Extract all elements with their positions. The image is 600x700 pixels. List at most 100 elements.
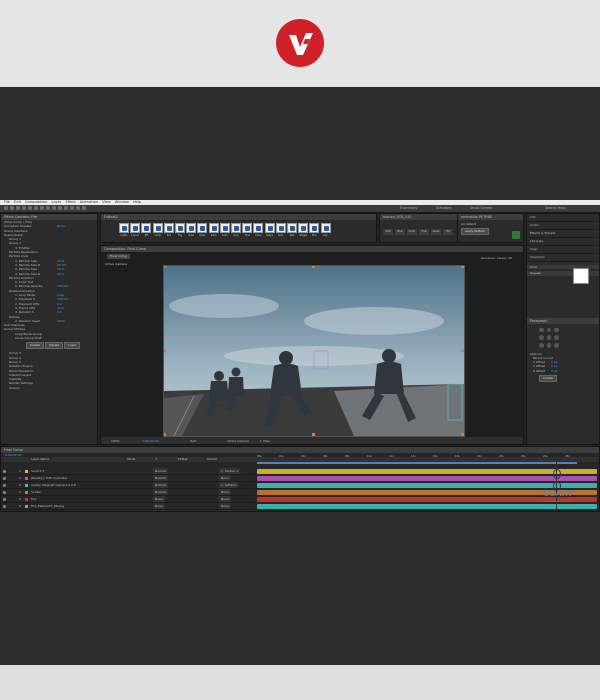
offset-value[interactable]: 0 px (551, 364, 558, 368)
resolution-dropdown[interactable]: Half (190, 439, 196, 443)
zoom-dropdown[interactable]: 100% (111, 439, 120, 443)
views-dropdown[interactable]: 1 View (260, 439, 270, 443)
layer-mode-dropdown[interactable]: Normal (153, 468, 168, 474)
offset-value[interactable]: 0 px (551, 369, 558, 373)
viewport-frame[interactable] (163, 265, 465, 437)
effect-row[interactable]: Clone Group Stuff (1, 336, 97, 340)
eye-icon[interactable] (3, 483, 6, 487)
menu-item-file[interactable]: File (4, 200, 10, 204)
layer-mode-dropdown[interactable]: Normal (153, 482, 168, 488)
layer-mode-dropdown[interactable]: None (153, 510, 165, 511)
rotate-tool-icon[interactable] (22, 206, 26, 210)
fx-tool-icon[interactable] (163, 223, 174, 233)
layer-mode-dropdown[interactable]: None (153, 503, 165, 509)
create-null-button[interactable]: Create (539, 375, 557, 383)
table-row[interactable]: 1 Sun0.0 T Normal 1. Soldier 1 (1, 468, 255, 475)
time-ruler[interactable]: 00s 02s 04s 06s 08s 10s 12s 14s 16s 18s 20s 22s 24s 2… (257, 454, 597, 462)
fx-tool-icon[interactable] (264, 223, 275, 233)
camera-dropdown[interactable]: Active Camera (227, 439, 249, 443)
layer-parent-dropdown[interactable]: None (219, 510, 231, 511)
layer-name[interactable]: Soldier (31, 489, 107, 495)
brush-tool-icon[interactable] (58, 206, 62, 210)
fx-toolbar-tab[interactable]: FxBeat2 (101, 214, 376, 220)
search-help-input[interactable]: Search Help (545, 205, 565, 212)
fx-tool-icon[interactable] (287, 223, 297, 233)
preset-tile[interactable]: Hit (443, 229, 453, 235)
preset-tile[interactable]: Fire (419, 229, 429, 235)
fx-tool-icon[interactable] (298, 223, 309, 233)
eye-icon[interactable] (3, 476, 6, 480)
table-row[interactable]: 5 Fire None None (1, 496, 255, 503)
layer-duration-bar[interactable] (257, 468, 597, 474)
layer-name[interactable]: Fire_Element3_08.png (31, 503, 107, 509)
right-panel-item[interactable]: Info (527, 214, 599, 222)
eye-icon[interactable] (3, 497, 6, 501)
pen-tool-icon[interactable] (46, 206, 50, 210)
fx-tool-icon[interactable] (219, 223, 230, 233)
menu-item-composition[interactable]: Composition (25, 200, 47, 204)
layer-parent-dropdown[interactable]: None (219, 475, 231, 481)
layer-duration-bar[interactable] (257, 510, 597, 511)
apply-icon[interactable] (512, 231, 520, 239)
eye-icon[interactable] (3, 469, 6, 473)
fx-tool-icon[interactable] (130, 223, 141, 233)
preset-tile[interactable]: Color (407, 229, 417, 235)
roto-tool-icon[interactable] (76, 206, 80, 210)
right-panel-item[interactable]: Effects & Presets (527, 230, 599, 238)
fx-tool-icon[interactable] (197, 223, 208, 233)
menu-item-window[interactable]: Window (115, 200, 129, 204)
eye-icon[interactable] (3, 490, 6, 494)
right-panel-item[interactable]: Character (527, 254, 599, 262)
table-row[interactable]: 3 reality: Magnetf Camera 0.0.8 Normal 1. L… (1, 482, 255, 489)
right-panel-item[interactable]: Audio (527, 222, 599, 230)
puppet-tool-icon[interactable] (82, 206, 86, 210)
layer-name[interactable]: [Reality]: SCB Controller (31, 475, 107, 481)
menu-item-help[interactable]: Help (133, 200, 141, 204)
fx-tool-icon[interactable] (320, 223, 331, 233)
preset-tile[interactable]: Blur (395, 229, 405, 235)
layer-parent-dropdown[interactable]: None (219, 496, 231, 502)
fx-tool-icon[interactable] (309, 223, 320, 233)
layer-name[interactable]: Sun0.0 T (31, 468, 107, 474)
text-tool-icon[interactable] (52, 206, 56, 210)
fx-tool-icon[interactable] (275, 223, 286, 233)
eraser-tool-icon[interactable] (70, 206, 74, 210)
layer-duration-bar[interactable] (257, 503, 597, 509)
fx-tool-icon[interactable] (253, 223, 264, 233)
fx-tool-icon[interactable] (175, 223, 185, 233)
right-panel-item[interactable]: Align (527, 246, 599, 254)
zoom-tool-icon[interactable] (16, 206, 20, 210)
eye-icon[interactable] (3, 504, 6, 508)
layer-name[interactable]: reality: Magnetf Camera 0.0.8 (31, 482, 107, 488)
right-panel-item[interactable]: Libraries (527, 238, 599, 246)
eye-icon[interactable] (3, 512, 6, 513)
apply-pattern-button[interactable]: apply Pattern (461, 228, 490, 236)
fx-tool-icon[interactable] (152, 223, 163, 233)
layer-mode-dropdown[interactable]: None (153, 496, 165, 502)
workspace-small-screen[interactable]: Small Screen (470, 205, 492, 212)
selection-tool-icon[interactable] (4, 206, 8, 210)
hand-tool-icon[interactable] (10, 206, 14, 210)
effect-group-row[interactable]: Output (1, 386, 97, 390)
layer-parent-dropdown[interactable]: None (219, 503, 231, 509)
anchor-grid[interactable] (539, 327, 559, 348)
delete-button[interactable]: Delete (45, 342, 64, 350)
fx-tool-icon[interactable] (242, 223, 253, 233)
pan-tool-icon[interactable] (34, 206, 38, 210)
viewer-timecode[interactable]: 0;00;00;00 (143, 439, 159, 443)
camera-tool-icon[interactable] (28, 206, 32, 210)
layer-mode-dropdown[interactable]: Normal (153, 475, 168, 481)
mask-tool-icon[interactable] (40, 206, 44, 210)
table-row[interactable]: 7 Solid None None (1, 510, 255, 513)
fill-color-swatch[interactable] (573, 268, 589, 284)
stamp-tool-icon[interactable] (64, 206, 68, 210)
work-area-bar[interactable] (257, 462, 577, 464)
layer-name[interactable]: Fire (31, 496, 107, 502)
fx-tool-icon[interactable] (141, 223, 152, 233)
menu-item-edit[interactable]: Edit (14, 200, 21, 204)
menu-item-effect[interactable]: Effect (65, 200, 75, 204)
table-row[interactable]: 2 [Reality]: SCB Controller Normal None (1, 475, 255, 482)
layer-name[interactable]: Solid (31, 510, 107, 511)
composition-tab[interactable]: Composition: Final Comp (101, 246, 523, 252)
fx-tool-icon[interactable] (231, 223, 241, 233)
